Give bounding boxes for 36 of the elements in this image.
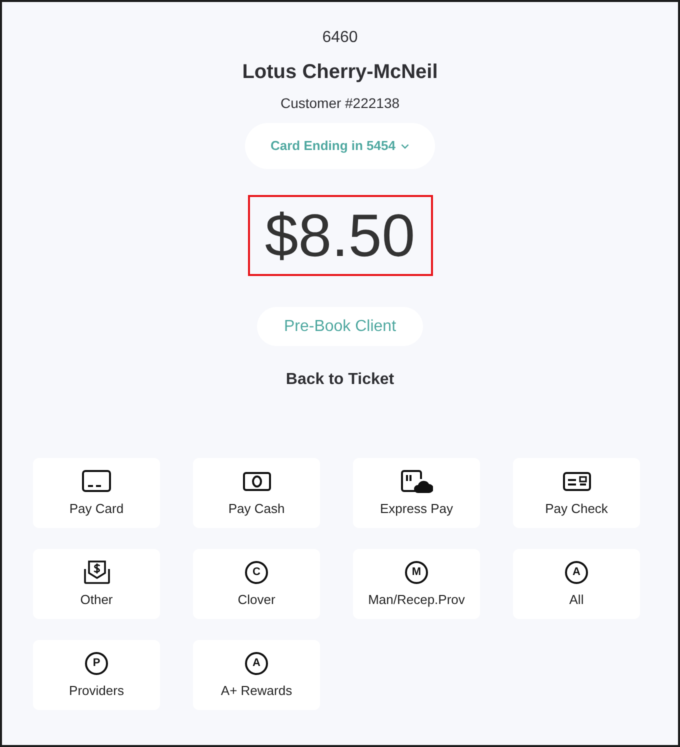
card-icon xyxy=(82,470,111,492)
tile-label: Express Pay xyxy=(380,501,453,517)
amount-total: $8.50 xyxy=(248,195,432,276)
payment-option-tile[interactable]: Pay Check xyxy=(513,458,640,528)
tile-label: Providers xyxy=(69,683,124,699)
tile-label: Man/Recep.Prov xyxy=(368,592,465,608)
letter-icon: M xyxy=(405,560,428,584)
payment-option-tile[interactable]: Other xyxy=(33,549,160,619)
payment-option-tile[interactable]: Express Pay xyxy=(353,458,480,528)
tile-label: All xyxy=(569,592,584,608)
client-name: Lotus Cherry-McNeil xyxy=(242,60,438,85)
tile-label: A+ Rewards xyxy=(220,683,292,699)
tablet-cloud-icon xyxy=(400,470,432,492)
payment-option-tile[interactable]: C Clover xyxy=(193,549,320,619)
letter-icon: A xyxy=(245,652,268,674)
ticket-number: 6460 xyxy=(322,28,358,48)
banknote-icon xyxy=(242,472,270,490)
letter-icon: A xyxy=(565,560,588,584)
payment-option-tile[interactable]: A All xyxy=(513,549,640,619)
tile-label: Pay Card xyxy=(69,501,124,517)
payment-option-tile[interactable]: A A+ Rewards xyxy=(193,640,320,710)
tile-label: Pay Cash xyxy=(228,501,285,517)
payment-option-tile[interactable]: P Providers xyxy=(33,640,160,710)
payment-option-tile[interactable]: Pay Card xyxy=(33,458,160,528)
payment-option-tile[interactable]: Pay Cash xyxy=(193,458,320,528)
letter-icon: C xyxy=(245,560,268,584)
check-document-icon xyxy=(562,472,590,490)
letter-icon: P xyxy=(85,652,108,674)
payment-option-tile[interactable]: M Man/Recep.Prov xyxy=(353,549,480,619)
envelope-dollar-icon xyxy=(84,560,110,584)
customer-number: Customer #222138 xyxy=(280,94,400,112)
caret-icon xyxy=(401,144,410,148)
tile-label: Clover xyxy=(238,592,276,608)
tile-label: Pay Check xyxy=(545,501,608,517)
back-to-ticket-link[interactable]: Back to Ticket xyxy=(286,370,394,390)
tile-label: Other xyxy=(80,592,113,608)
